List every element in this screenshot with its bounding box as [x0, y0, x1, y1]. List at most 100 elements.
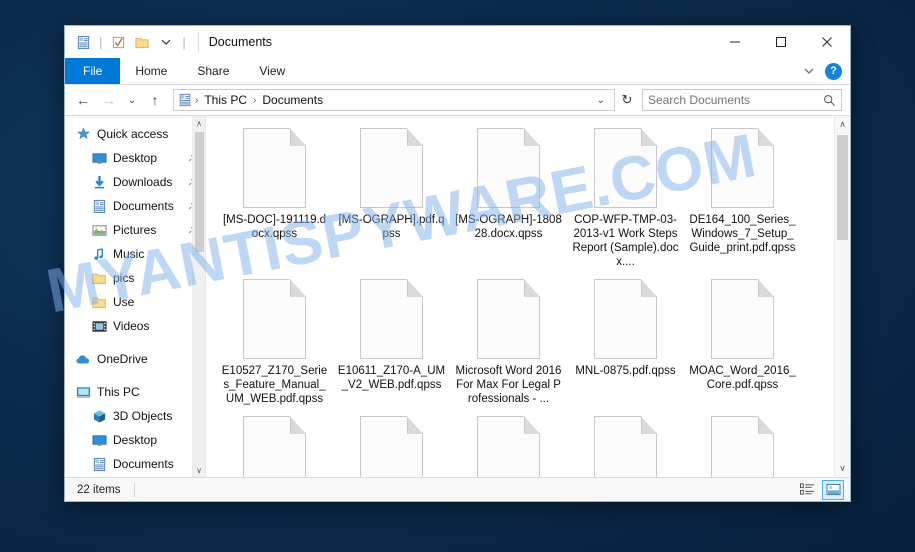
- blank-document-icon: [594, 279, 657, 359]
- sidebar-item-label: Downloads: [113, 175, 173, 189]
- breadcrumb-item-this-pc[interactable]: This PC: [201, 93, 250, 107]
- documents-icon[interactable]: [73, 32, 93, 52]
- documents-icon: [91, 456, 107, 472]
- desktop-icon: [91, 150, 107, 166]
- sidebar-item-3d-objects[interactable]: 3D Objects: [65, 404, 205, 428]
- file-item[interactable]: MOAC_Word_2016_Core.pdf.qpss: [684, 275, 801, 412]
- file-item[interactable]: [567, 412, 684, 477]
- ribbon-right-controls: ?: [799, 58, 850, 84]
- file-name-label: [MS-OGRAPH]-180828.docx.qpss: [455, 214, 562, 240]
- details-view-button[interactable]: [796, 480, 818, 500]
- file-list-pane[interactable]: [MS-DOC]-191119.docx.qpss [MS-OGRAPH].pdf…: [205, 116, 850, 477]
- maximize-button[interactable]: [758, 26, 804, 58]
- file-item[interactable]: [MS-DOC]-191119.docx.qpss: [216, 124, 333, 275]
- cloud-icon: [75, 351, 91, 367]
- search-input[interactable]: [648, 93, 823, 107]
- sidebar-item-downloads[interactable]: Downloads: [65, 170, 205, 194]
- file-item[interactable]: [216, 412, 333, 477]
- tab-file[interactable]: File: [65, 58, 121, 84]
- file-item[interactable]: [684, 412, 801, 477]
- sidebar-item-videos[interactable]: Videos: [65, 314, 205, 338]
- sidebar-item-desktop[interactable]: Desktop: [65, 428, 205, 452]
- explorer-content: Quick access Desktop Downloads Documents Pic…: [65, 115, 850, 477]
- blank-document-icon: [243, 279, 306, 359]
- qat-divider-2: |: [182, 34, 186, 50]
- file-item[interactable]: E10611_Z170-A_UM_V2_WEB.pdf.qpss: [333, 275, 450, 412]
- file-item[interactable]: E10527_Z170_Series_Feature_Manual_UM_WEB…: [216, 275, 333, 412]
- large-icons-view-button[interactable]: [822, 479, 844, 500]
- file-item[interactable]: [333, 412, 450, 477]
- file-item[interactable]: DE164_100_Series_Windows_7_Setup_Guide_p…: [684, 124, 801, 275]
- file-name-label: Microsoft Word 2016 For Max For Legal Pr…: [455, 365, 562, 405]
- refresh-button[interactable]: ↻: [617, 89, 637, 111]
- sidebar-item-documents[interactable]: Documents: [65, 452, 205, 476]
- qat-dropdown-arrow-icon[interactable]: [156, 32, 176, 52]
- pc-icon: [75, 384, 91, 400]
- file-grid: [MS-DOC]-191119.docx.qpss [MS-OGRAPH].pdf…: [206, 116, 850, 477]
- breadcrumb[interactable]: › This PC › Documents ⌄: [173, 89, 615, 111]
- address-bar: ← → ⌄ ↑ › This PC › Documents ⌄ ↻: [65, 85, 850, 115]
- minimize-button[interactable]: [712, 26, 758, 58]
- nav-scroll-up-icon[interactable]: ∧: [196, 116, 202, 130]
- blank-document-icon: [711, 279, 774, 359]
- item-count-label: 22 items: [77, 483, 121, 496]
- download-icon: [91, 174, 107, 190]
- status-bar: 22 items: [65, 477, 850, 501]
- folder-icon[interactable]: [132, 32, 152, 52]
- sidebar-item-desktop[interactable]: Desktop: [65, 146, 205, 170]
- blank-document-icon: [243, 416, 306, 477]
- sidebar-item-documents[interactable]: Documents: [65, 194, 205, 218]
- window-title: Documents: [197, 32, 272, 52]
- folder-icon: [91, 270, 107, 286]
- nav-scroll-down-icon[interactable]: ∨: [196, 463, 202, 477]
- sidebar-item-use[interactable]: Use: [65, 290, 205, 314]
- sidebar-item-this-pc[interactable]: This PC: [65, 380, 205, 404]
- tab-share[interactable]: Share: [182, 58, 244, 84]
- sidebar-item-music[interactable]: Music: [65, 242, 205, 266]
- file-scroll-down-icon[interactable]: ∨: [839, 460, 846, 477]
- sidebar-item-label: Use: [113, 295, 135, 309]
- search-box[interactable]: [642, 89, 842, 111]
- file-item[interactable]: [MS-OGRAPH].pdf.qpss: [333, 124, 450, 275]
- file-scroll-up-icon[interactable]: ∧: [839, 116, 846, 133]
- checklist-icon[interactable]: [108, 32, 128, 52]
- sidebar-item-label: Documents: [113, 199, 174, 213]
- sidebar-item-label: 3D Objects: [113, 409, 173, 423]
- file-explorer-window: | | Documents File Home Share View ? ← →…: [64, 25, 851, 502]
- breadcrumb-item-documents[interactable]: Documents: [259, 93, 326, 107]
- sidebar-item-pictures[interactable]: Pictures: [65, 218, 205, 242]
- sidebar-item-quick-access[interactable]: Quick access: [65, 122, 205, 146]
- documents-icon: [91, 198, 107, 214]
- up-button[interactable]: ↑: [143, 88, 167, 112]
- blank-document-icon: [360, 416, 423, 477]
- sidebar-item-label: OneDrive: [97, 352, 148, 366]
- file-item[interactable]: COP-WFP-TMP-03-2013-v1 Work Steps Report…: [567, 124, 684, 275]
- forward-button[interactable]: →: [97, 88, 121, 112]
- file-pane-scrollbar[interactable]: ∧ ∨: [834, 116, 850, 477]
- close-button[interactable]: [804, 26, 850, 58]
- file-name-label: MNL-0875.pdf.qpss: [575, 365, 676, 377]
- help-icon[interactable]: ?: [825, 62, 842, 80]
- quick-access-toolbar: | |: [73, 32, 188, 52]
- back-button[interactable]: ←: [71, 88, 95, 112]
- folder-icon: [91, 294, 107, 310]
- nav-scrollbar-thumb[interactable]: [194, 132, 204, 252]
- navigation-scrollbar[interactable]: ∧ ∨: [192, 116, 205, 477]
- file-item[interactable]: Microsoft Word 2016 For Max For Legal Pr…: [450, 275, 567, 412]
- desktop-icon: [91, 432, 107, 448]
- chevron-down-icon[interactable]: [799, 61, 819, 81]
- file-item[interactable]: [MS-OGRAPH]-180828.docx.qpss: [450, 124, 567, 275]
- recent-locations-button[interactable]: ⌄: [123, 88, 141, 112]
- file-item[interactable]: MNL-0875.pdf.qpss: [567, 275, 684, 412]
- tab-view[interactable]: View: [244, 58, 300, 84]
- sidebar-item-onedrive[interactable]: OneDrive: [65, 347, 205, 371]
- file-item[interactable]: [450, 412, 567, 477]
- videos-icon: [91, 318, 107, 334]
- sidebar-item-pics[interactable]: pics: [65, 266, 205, 290]
- breadcrumb-dropdown-icon[interactable]: ⌄: [592, 95, 610, 106]
- ribbon-tabs: File Home Share View ?: [65, 58, 850, 85]
- file-scrollbar-thumb[interactable]: [837, 135, 848, 240]
- tab-home[interactable]: Home: [120, 58, 182, 84]
- blank-document-icon: [360, 279, 423, 359]
- nav-group-gap: [65, 371, 205, 380]
